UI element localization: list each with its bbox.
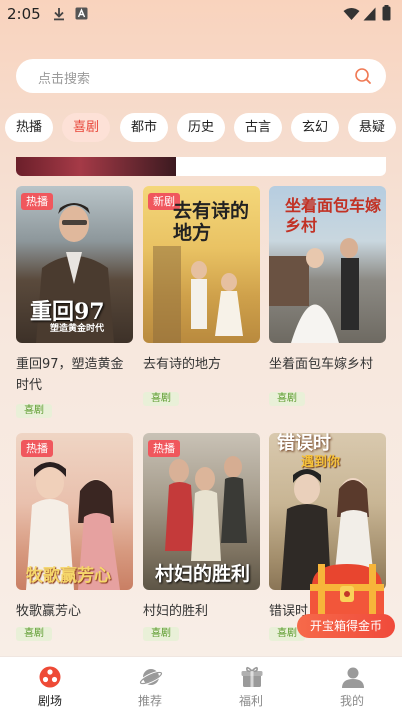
tab-label: 都市	[130, 120, 157, 135]
wifi-icon	[343, 8, 360, 20]
drama-title[interactable]: 重回97，塑造黄金时代	[16, 354, 136, 396]
genre-tag: 喜剧	[16, 627, 52, 641]
banner-strip[interactable]	[16, 157, 386, 176]
bottom-nav: 剧场 推荐 福利 我的	[0, 656, 402, 716]
tab-history[interactable]: 历史	[177, 113, 225, 142]
profile-icon	[342, 667, 364, 688]
poster-title: 去有诗的地方	[173, 200, 250, 244]
drama-poster[interactable]: 热播 重回97 塑造黄金时代	[16, 186, 133, 343]
nav-welfare[interactable]: 福利	[201, 657, 301, 716]
tab-label: 热播	[15, 120, 42, 135]
search-placeholder: 点击搜索	[38, 72, 91, 87]
tab-label: 悬疑	[358, 120, 385, 135]
genre-tag: 喜剧	[16, 404, 52, 418]
tab-label: 喜剧	[72, 120, 99, 135]
drama-poster[interactable]: 热播 牧歌赢芳心	[16, 433, 133, 590]
download-icon	[54, 8, 64, 21]
nav-recommend[interactable]: 推荐	[100, 657, 200, 716]
poster-title: 村妇的胜利	[155, 563, 251, 585]
tab-hot[interactable]: 热播	[5, 113, 53, 142]
genre-tag: 喜剧	[143, 627, 179, 641]
nav-label: 福利	[238, 694, 263, 708]
poster-title: 牧歌赢芳心	[26, 566, 111, 586]
drama-poster[interactable]: 热播 村妇的胜利	[143, 433, 260, 590]
genre-tag: 喜剧	[269, 392, 305, 406]
tab-label: 历史	[187, 120, 214, 135]
drama-poster[interactable]: 坐着面包车嫁乡村	[269, 186, 386, 343]
tab-comedy[interactable]: 喜剧	[62, 113, 110, 142]
tab-fantasy[interactable]: 玄幻	[291, 113, 339, 142]
tab-label: 玄幻	[301, 120, 328, 135]
drama-title[interactable]: 坐着面包车嫁乡村	[269, 354, 389, 375]
nav-label: 我的	[339, 694, 364, 708]
poster-title: 坐着面包车嫁乡村	[285, 196, 382, 235]
tab-suspense[interactable]: 悬疑	[348, 113, 396, 142]
drama-title[interactable]: 去有诗的地方	[143, 354, 263, 375]
gift-icon	[241, 666, 263, 687]
nav-label: 推荐	[137, 694, 162, 708]
nav-theater[interactable]: 剧场	[0, 657, 100, 716]
signal-icon	[363, 7, 376, 21]
banner-image	[16, 157, 176, 176]
theater-icon	[39, 666, 61, 688]
search-bar[interactable]: 点击搜索	[16, 59, 386, 93]
hot-badge: 热播	[148, 440, 180, 457]
nav-label: 剧场	[37, 694, 62, 708]
nav-mine[interactable]: 我的	[302, 657, 402, 716]
planet-icon	[139, 669, 163, 685]
app-notification-icon	[75, 7, 88, 20]
tab-ancient-romance[interactable]: 古言	[234, 113, 282, 142]
tab-label: 古言	[244, 120, 271, 135]
open-chest-button[interactable]: 开宝箱得金币	[297, 614, 395, 638]
status-time: 2:05	[7, 5, 41, 23]
battery-icon	[382, 5, 391, 21]
tab-urban[interactable]: 都市	[120, 113, 168, 142]
drama-poster[interactable]: 新剧 去有诗的地方	[143, 186, 260, 343]
poster-subtitle: 塑造黄金时代	[50, 324, 105, 334]
hot-badge: 热播	[21, 193, 53, 210]
genre-tag: 喜剧	[143, 392, 179, 406]
hot-badge: 热播	[21, 440, 53, 457]
poster-subtitle: 遇到你	[301, 455, 341, 470]
treasure-chest-icon[interactable]	[304, 560, 390, 622]
status-bar: 2:05	[0, 0, 402, 28]
drama-title[interactable]: 牧歌赢芳心	[16, 601, 136, 622]
drama-title[interactable]: 村妇的胜利	[143, 601, 263, 622]
search-icon[interactable]	[354, 67, 372, 85]
category-tabs: 热播 喜剧 都市 历史 古言 玄幻 悬疑	[0, 113, 402, 143]
